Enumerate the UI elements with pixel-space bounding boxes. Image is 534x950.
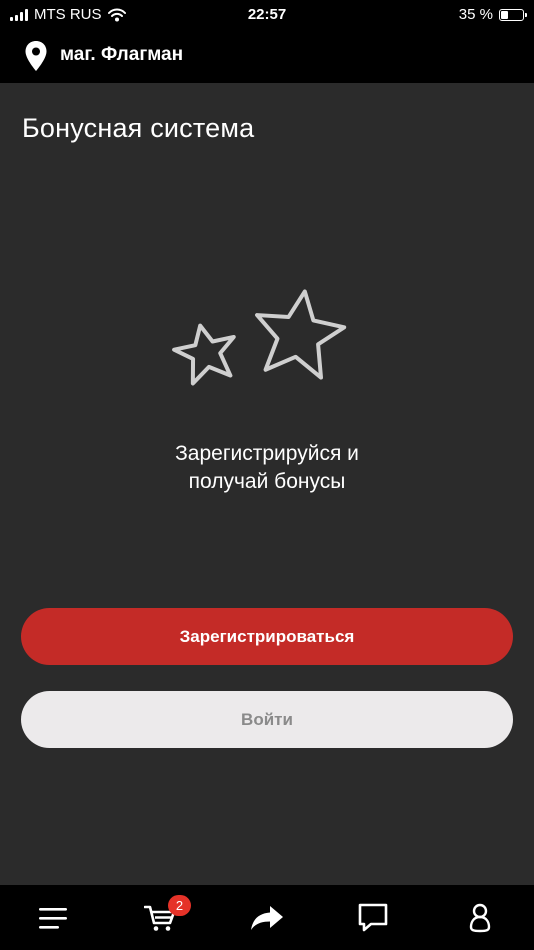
battery-icon bbox=[499, 8, 527, 21]
tab-share[interactable] bbox=[237, 885, 297, 950]
cart-badge: 2 bbox=[168, 895, 191, 916]
location-pin-icon bbox=[25, 41, 47, 71]
page-title: Бонусная система bbox=[22, 113, 255, 143]
promo-line-2: получай бонусы bbox=[188, 470, 346, 493]
tab-chat[interactable] bbox=[343, 885, 403, 950]
battery-level bbox=[501, 10, 509, 19]
register-button[interactable]: Зарегистрироваться bbox=[21, 608, 513, 665]
stars-icon bbox=[172, 289, 347, 386]
chat-icon bbox=[358, 903, 388, 931]
tab-profile[interactable] bbox=[450, 885, 510, 950]
large-star-icon bbox=[255, 289, 347, 380]
promo-text: Зарегистрируйся и получай бонусы bbox=[0, 440, 534, 496]
store-selector[interactable]: маг. Флагман bbox=[0, 30, 534, 83]
promo-line-1: Зарегистрируйся и bbox=[175, 442, 359, 465]
menu-icon bbox=[39, 907, 67, 929]
battery-percent: 35 % bbox=[458, 6, 493, 23]
share-icon bbox=[251, 905, 283, 930]
small-star-icon bbox=[172, 323, 236, 386]
store-name: маг. Флагман bbox=[60, 44, 184, 65]
tab-menu[interactable] bbox=[23, 885, 83, 950]
status-bar: MTS RUS 22:57 35 % bbox=[0, 0, 534, 30]
profile-icon bbox=[469, 903, 491, 932]
status-right: 35 % bbox=[458, 6, 527, 23]
tab-bar bbox=[0, 885, 534, 950]
login-button[interactable]: Войти bbox=[21, 691, 513, 748]
status-time: 22:57 bbox=[247, 6, 287, 23]
